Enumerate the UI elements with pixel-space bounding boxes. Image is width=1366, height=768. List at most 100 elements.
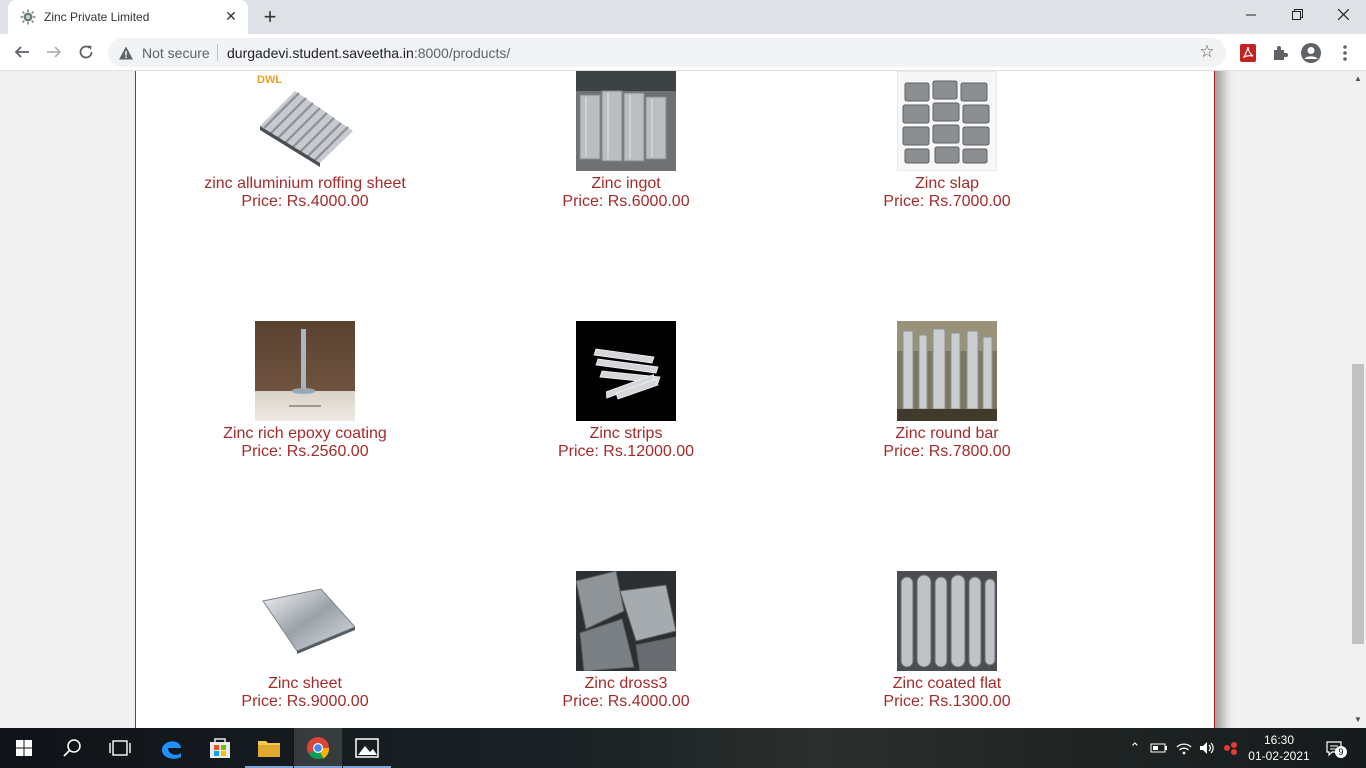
forward-arrow-icon — [47, 46, 62, 58]
new-tab-button[interactable]: + — [258, 6, 282, 30]
product-card[interactable]: Zinc round bar Price: Rs.7800.00 — [817, 321, 1077, 461]
store-taskbar-button[interactable] — [196, 728, 244, 768]
scroll-down-arrow-icon[interactable]: ▼ — [1350, 712, 1366, 728]
search-icon — [63, 739, 81, 757]
minimize-button[interactable] — [1228, 0, 1274, 32]
product-card[interactable]: Zinc rich epoxy coating Price: Rs.2560.0… — [175, 321, 435, 461]
url-text[interactable]: durgadevi.student.saveetha.in:8000/produ… — [227, 45, 510, 61]
product-price: Price: Rs.1300.00 — [883, 693, 1011, 710]
product-price: Price: Rs.9000.00 — [241, 693, 369, 710]
bookmark-star-icon[interactable]: ☆ — [1197, 42, 1217, 62]
product-name[interactable]: zinc alluminium roffing sheet — [175, 175, 435, 193]
vertical-scrollbar[interactable]: ▲ ▼ — [1350, 71, 1366, 728]
task-view-icon — [109, 740, 131, 756]
forward-button[interactable] — [41, 39, 67, 65]
photos-icon — [355, 738, 379, 758]
back-arrow-icon — [14, 46, 29, 58]
page-viewport: DWL zinc alluminium roffing sheet Price:… — [0, 71, 1350, 728]
product-image-round-bar[interactable] — [897, 321, 997, 421]
product-card[interactable]: Zinc sheet Price: Rs.9000.00 — [175, 571, 435, 711]
product-image-sheet[interactable] — [255, 571, 355, 671]
back-button[interactable] — [9, 39, 35, 65]
product-name[interactable]: Zinc strips — [496, 425, 756, 443]
close-icon — [1337, 8, 1349, 21]
wifi-icon[interactable] — [1175, 739, 1193, 757]
chrome-taskbar-button[interactable] — [294, 728, 342, 768]
product-name[interactable]: Zinc slap — [817, 175, 1077, 193]
edge-taskbar-button[interactable] — [148, 728, 196, 768]
address-separator — [217, 44, 218, 61]
product-card[interactable]: Zinc coated flat Price: Rs.1300.00 — [817, 571, 1077, 711]
product-name[interactable]: Zinc round bar — [817, 425, 1077, 443]
product-image-strips[interactable] — [576, 321, 676, 421]
chrome-icon — [307, 737, 330, 759]
folder-icon — [258, 741, 280, 757]
product-price: Price: Rs.4000.00 — [562, 693, 690, 710]
tab-strip: Zinc Private Limited ✕ + — [0, 0, 1366, 34]
product-name[interactable]: Zinc coated flat — [817, 675, 1077, 693]
product-card[interactable]: Zinc slap Price: Rs.7000.00 — [817, 71, 1077, 211]
store-bag-icon — [210, 738, 230, 758]
menu-kebab-icon[interactable] — [1334, 42, 1356, 64]
product-card[interactable]: DWL zinc alluminium roffing sheet Price:… — [175, 71, 435, 211]
product-card[interactable]: Zinc ingot Price: Rs.6000.00 — [496, 71, 756, 211]
notification-count-badge: 9 — [1335, 746, 1347, 758]
product-card[interactable]: Zinc dross3 Price: Rs.4000.00 — [496, 571, 756, 711]
clock-time: 16:30 — [1263, 733, 1295, 747]
virus-favicon-icon — [20, 9, 36, 25]
product-image-epoxy-coating[interactable] — [255, 321, 355, 421]
tab-title: Zinc Private Limited — [44, 10, 150, 24]
product-name[interactable]: Zinc dross3 — [496, 675, 756, 693]
start-button[interactable] — [0, 728, 48, 768]
pdf-extension-icon[interactable] — [1237, 42, 1259, 64]
url-host: durgadevi.student.saveetha.in — [227, 45, 414, 61]
product-image-slab[interactable] — [897, 71, 997, 171]
product-logo-text: DWL — [257, 74, 282, 86]
product-price: Price: Rs.7800.00 — [883, 443, 1011, 460]
product-name[interactable]: Zinc rich epoxy coating — [175, 425, 435, 443]
volume-icon[interactable] — [1198, 739, 1216, 757]
network-status-icon[interactable] — [1222, 739, 1240, 757]
products-container: DWL zinc alluminium roffing sheet Price:… — [135, 71, 1215, 728]
product-card[interactable]: Zinc strips Price: Rs.12000.00 — [496, 321, 756, 461]
product-price: Price: Rs.12000.00 — [557, 443, 695, 460]
browser-tab[interactable]: Zinc Private Limited ✕ — [8, 0, 248, 34]
product-image-dross[interactable] — [576, 571, 676, 671]
profile-avatar-icon[interactable] — [1300, 42, 1322, 64]
warning-icon — [119, 46, 133, 60]
product-name[interactable]: Zinc ingot — [496, 175, 756, 193]
file-explorer-taskbar-button[interactable] — [245, 728, 293, 768]
browser-toolbar: Not secure durgadevi.student.saveetha.in… — [0, 34, 1366, 71]
product-name[interactable]: Zinc sheet — [175, 675, 435, 693]
product-price: Price: Rs.2560.00 — [241, 443, 369, 460]
url-path: :8000/products/ — [413, 45, 511, 61]
scroll-thumb[interactable] — [1352, 364, 1364, 644]
task-view-button[interactable] — [96, 728, 144, 768]
product-image-ingot[interactable] — [576, 71, 676, 171]
search-button[interactable] — [48, 728, 96, 768]
close-window-button[interactable] — [1320, 0, 1366, 32]
restore-icon — [1291, 9, 1303, 20]
product-image-coated-flat[interactable] — [897, 571, 997, 671]
security-status[interactable]: Not secure — [142, 45, 210, 61]
system-clock[interactable]: 16:30 01-02-2021 — [1244, 732, 1314, 764]
extensions-puzzle-icon[interactable] — [1269, 42, 1291, 64]
windows-logo-icon — [16, 740, 32, 756]
minimize-icon — [1246, 14, 1256, 16]
clock-date: 01-02-2021 — [1248, 749, 1310, 763]
restore-button[interactable] — [1274, 0, 1320, 32]
tray-overflow-chevron-icon[interactable]: ⌃ — [1126, 739, 1144, 757]
windows-taskbar: ⌃ 16:30 01-02-2021 9 — [0, 728, 1366, 768]
photos-taskbar-button[interactable] — [343, 728, 391, 768]
address-bar[interactable]: Not secure durgadevi.student.saveetha.in… — [108, 38, 1226, 67]
reload-button[interactable] — [73, 39, 99, 65]
product-price: Price: Rs.7000.00 — [883, 193, 1011, 210]
edge-browser-icon — [162, 741, 181, 759]
product-image-roofing-sheet[interactable]: DWL — [255, 71, 355, 171]
product-price: Price: Rs.4000.00 — [241, 193, 369, 210]
product-price: Price: Rs.6000.00 — [562, 193, 690, 210]
tab-close-icon[interactable]: ✕ — [223, 8, 239, 24]
reload-icon — [79, 45, 93, 59]
battery-icon[interactable] — [1150, 739, 1168, 757]
scroll-up-arrow-icon[interactable]: ▲ — [1350, 71, 1366, 87]
